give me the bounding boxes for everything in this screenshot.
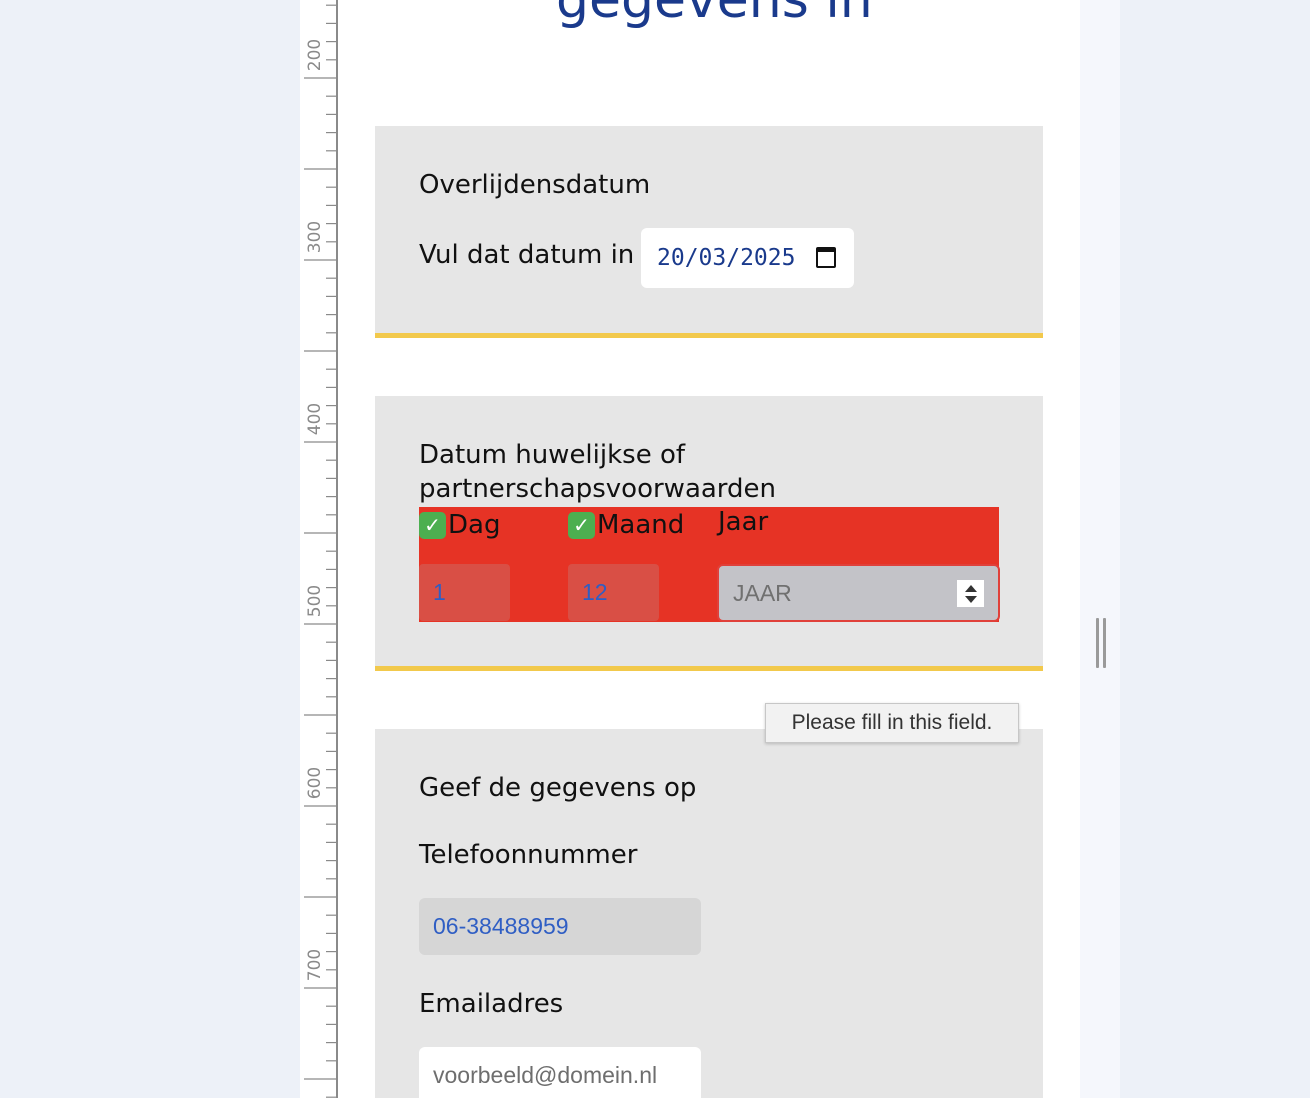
ruler-ticks <box>304 0 338 1098</box>
phone-label: Telefoonnummer <box>419 840 638 870</box>
validation-tooltip: Please fill in this field. <box>765 703 1019 743</box>
phone-input[interactable]: 06-38488959 <box>419 898 701 955</box>
contact-card: Geef de gegevens op Telefoonnummer 06-38… <box>375 729 1043 1098</box>
checkmark-icon: ✓ <box>568 511 595 539</box>
ruler-label-700: 700 <box>305 948 325 982</box>
calendar-icon[interactable] <box>816 247 836 268</box>
ruler-label-400: 400 <box>305 402 325 436</box>
vertical-ruler: 200 300 400 500 600 700 <box>300 0 340 1098</box>
number-spinner[interactable] <box>957 580 984 607</box>
month-input[interactable]: 12 <box>568 564 659 621</box>
ruler-label-300: 300 <box>305 220 325 254</box>
date-label: Vul dat datum in <box>419 240 635 270</box>
email-label: Emailadres <box>419 989 564 1019</box>
ruler-label-200: 200 <box>305 38 325 72</box>
year-label: Jaar <box>718 507 769 537</box>
day-input[interactable]: 1 <box>419 564 510 621</box>
huwelijksvoorwaarden-card: Datum huwelijkse of partnerschapsvoorwaa… <box>375 396 1043 671</box>
page-gutter <box>1080 0 1120 1098</box>
checkmark-icon: ✓ <box>419 511 446 539</box>
ruler-label-600: 600 <box>305 766 325 800</box>
card-title: Geef de gegevens op <box>419 773 697 803</box>
ruler-label-500: 500 <box>305 584 325 618</box>
card-title-line2: partnerschapsvoorwaarden <box>419 474 777 504</box>
year-input[interactable]: JAAR <box>717 564 1000 622</box>
form-page: 200 300 400 500 600 700 gegevens in Over… <box>300 0 1080 1098</box>
page-title: gegevens in <box>556 0 873 30</box>
date-parts-error-panel: ✓ Dag ✓ Maand Jaar 1 12 JAAR <box>419 507 1000 622</box>
card-accent-bar <box>375 333 1043 338</box>
spinner-down-icon[interactable] <box>964 595 977 603</box>
year-placeholder: JAAR <box>733 579 792 606</box>
date-value: 20/03/2025 <box>657 245 796 271</box>
card-accent-bar <box>375 666 1043 671</box>
card-title: Overlijdensdatum <box>419 170 651 200</box>
spinner-up-icon[interactable] <box>964 584 977 592</box>
day-label-text: Dag <box>448 510 501 540</box>
month-label-text: Maand <box>597 510 685 540</box>
day-label: ✓ Dag <box>419 510 500 540</box>
card-title-line1: Datum huwelijkse of <box>419 440 686 470</box>
overlijdensdatum-card: Overlijdensdatum Vul dat datum in 20/03/… <box>375 126 1043 338</box>
resize-handle[interactable] <box>1094 614 1108 670</box>
month-label: ✓ Maand <box>568 510 684 540</box>
email-input[interactable]: voorbeeld@domein.nl <box>419 1047 701 1098</box>
overlijdensdatum-date-input[interactable]: 20/03/2025 <box>641 228 854 288</box>
